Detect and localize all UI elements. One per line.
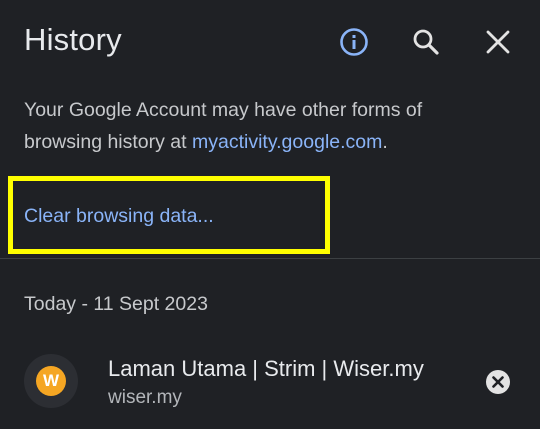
page-title: History bbox=[24, 22, 122, 57]
search-icon bbox=[413, 29, 439, 55]
remove-circle-icon bbox=[486, 370, 510, 394]
history-date-header: Today - 11 Sept 2023 bbox=[24, 293, 208, 315]
history-entry-url: wiser.my bbox=[108, 387, 182, 408]
search-button[interactable] bbox=[406, 22, 446, 62]
clear-browsing-data-link[interactable]: Clear browsing data... bbox=[24, 205, 214, 228]
close-icon bbox=[486, 30, 510, 54]
info-icon bbox=[340, 28, 368, 56]
close-button[interactable] bbox=[478, 22, 518, 62]
notice-text-end: . bbox=[382, 131, 388, 153]
remove-entry-button[interactable] bbox=[484, 368, 512, 396]
favicon-container: W bbox=[24, 354, 78, 408]
account-history-notice: Your Google Account may have other forms… bbox=[24, 94, 494, 158]
info-button[interactable] bbox=[334, 22, 374, 62]
history-entry[interactable]: W Laman Utama | Strim | Wiser.my wiser.m… bbox=[0, 340, 540, 429]
app-header: History bbox=[0, 0, 540, 86]
myactivity-link[interactable]: myactivity.google.com bbox=[192, 131, 382, 153]
section-divider bbox=[0, 258, 540, 259]
history-entry-title: Laman Utama | Strim | Wiser.my bbox=[108, 356, 424, 381]
site-favicon-icon: W bbox=[36, 366, 66, 396]
